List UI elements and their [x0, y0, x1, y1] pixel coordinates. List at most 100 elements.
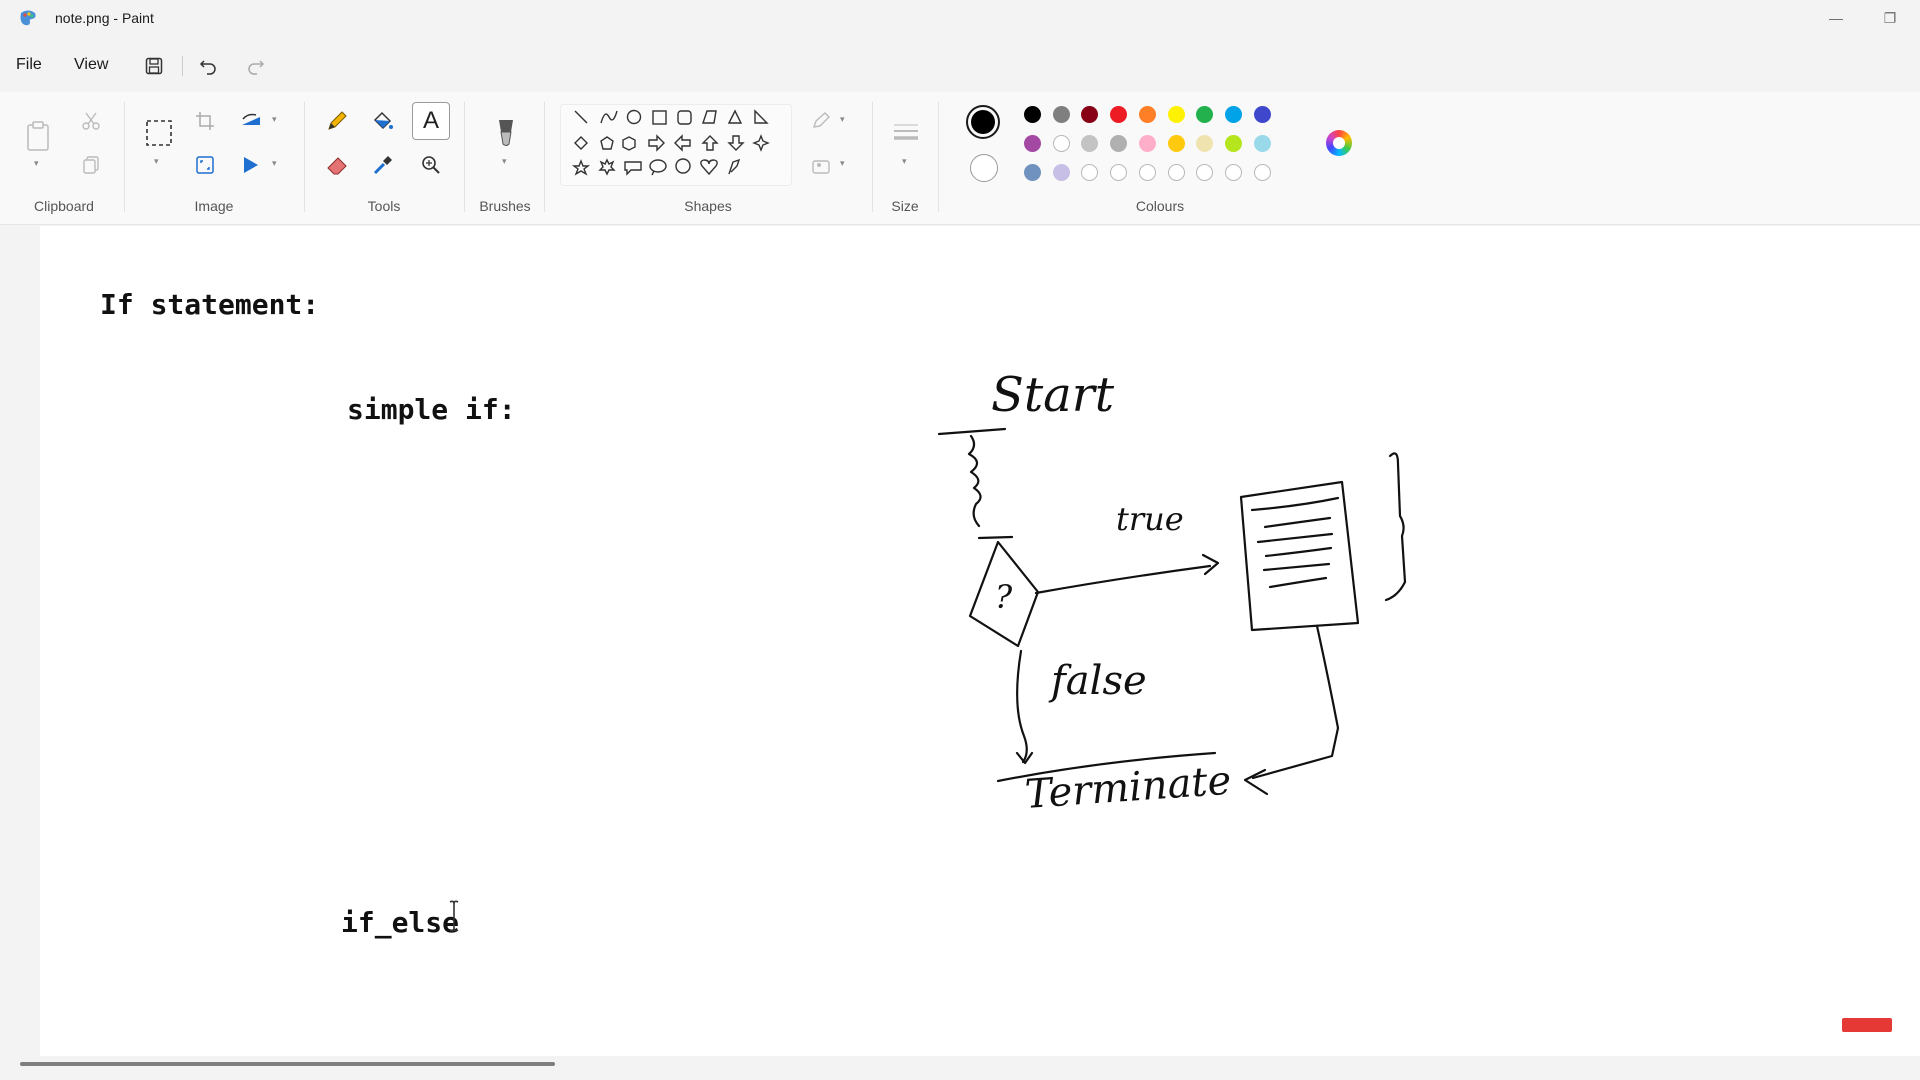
rotate-button[interactable]: [236, 106, 266, 136]
palette-swatch[interactable]: [1167, 164, 1185, 181]
palette-swatch[interactable]: [1052, 106, 1070, 123]
palette-swatch[interactable]: [1224, 106, 1242, 123]
process-line-3: [1256, 532, 1334, 544]
palette-swatch[interactable]: [1052, 164, 1070, 181]
palette-swatch[interactable]: [1024, 135, 1041, 152]
palette-swatch[interactable]: [1224, 135, 1242, 152]
magnifier-button[interactable]: [416, 150, 446, 180]
palette-swatch[interactable]: [1253, 135, 1271, 152]
start-tick: [977, 535, 1014, 540]
palette-swatch[interactable]: [1052, 135, 1070, 152]
palette-swatch[interactable]: [1024, 164, 1041, 181]
resize-button[interactable]: [190, 150, 220, 180]
drawing-canvas[interactable]: If statement: simple if: if_else Start t…: [40, 226, 1920, 1056]
palette-swatch[interactable]: [1196, 135, 1214, 152]
text-tool-icon: A: [422, 107, 439, 134]
subscribe-badge: [1842, 1018, 1892, 1032]
copy-icon: [83, 156, 99, 174]
true-label: true: [1116, 500, 1184, 538]
magnifier-icon: [422, 156, 440, 174]
undo-button[interactable]: [194, 52, 222, 80]
pencil-button[interactable]: [322, 106, 352, 136]
ribbon-separator: [124, 102, 125, 212]
palette-swatch[interactable]: [1081, 106, 1099, 123]
shapes-icons: [571, 109, 770, 176]
false-label: false: [1048, 658, 1147, 704]
shapes-gallery: [560, 104, 792, 186]
chevron-down-icon[interactable]: ▾: [502, 156, 507, 167]
palette-swatch[interactable]: [1110, 164, 1128, 181]
curly-brace: [1384, 452, 1407, 602]
fill-button[interactable]: [368, 106, 398, 136]
process-line-1: [1250, 496, 1340, 512]
cut-button[interactable]: [76, 106, 106, 136]
palette-swatch[interactable]: [1138, 164, 1156, 181]
palette-swatch[interactable]: [1196, 106, 1214, 123]
terminate-label: Terminate: [1023, 758, 1232, 818]
outline-icon: [812, 112, 830, 128]
palette-swatch[interactable]: [1110, 106, 1128, 123]
palette-swatch[interactable]: [1138, 135, 1156, 152]
return-arrow-head: [1243, 768, 1269, 796]
line-size-icon: [894, 124, 918, 140]
horizontal-scrollbar[interactable]: [0, 1056, 1920, 1080]
edit-colours-button[interactable]: [1326, 130, 1352, 156]
selection-icon: [146, 120, 172, 146]
restore-button[interactable]: ❐: [1870, 6, 1910, 30]
secondary-colour[interactable]: [970, 154, 998, 182]
ribbon-separator: [938, 102, 939, 212]
redo-button[interactable]: [242, 52, 270, 80]
flowchart-sketch: Start true false Terminate ?: [449, 367, 1407, 932]
text-tool-button[interactable]: A: [412, 102, 450, 140]
fill-style-icon: [812, 160, 830, 174]
palette-swatch[interactable]: [1024, 106, 1041, 123]
chevron-down-icon[interactable]: ▾: [34, 158, 39, 169]
minimize-button[interactable]: —: [1816, 6, 1856, 30]
primary-colour[interactable]: [966, 105, 1000, 139]
palette-swatch[interactable]: [1253, 106, 1271, 123]
palette-swatch[interactable]: [1196, 164, 1214, 181]
scrollbar-thumb[interactable]: [20, 1062, 555, 1066]
palette-swatch[interactable]: [1167, 106, 1185, 123]
copy-button[interactable]: [76, 150, 106, 180]
paste-button[interactable]: [22, 118, 54, 154]
color-picker-button[interactable]: [368, 150, 398, 180]
crop-button[interactable]: [190, 106, 220, 136]
chevron-down-icon[interactable]: ▾: [902, 156, 907, 167]
brushes-button[interactable]: [490, 116, 522, 150]
chevron-down-icon[interactable]: ▾: [840, 158, 845, 169]
rotate-icon: [242, 113, 260, 125]
eyedropper-icon: [373, 156, 392, 175]
palette-swatch[interactable]: [1110, 135, 1128, 152]
scissors-icon: [82, 112, 100, 130]
chevron-down-icon[interactable]: ▾: [272, 114, 277, 125]
title-bar: note.png - Paint — ❐: [0, 0, 1920, 36]
palette-swatch[interactable]: [1081, 135, 1099, 152]
outline-button[interactable]: [806, 106, 836, 136]
restore-icon: ❐: [1883, 9, 1897, 26]
true-arrow-head: [1201, 553, 1220, 576]
palette-swatch[interactable]: [1081, 164, 1099, 181]
process-line-6: [1268, 576, 1328, 589]
group-label-colours: Colours: [1135, 198, 1185, 214]
size-button[interactable]: [890, 118, 922, 148]
palette-swatch[interactable]: [1138, 106, 1156, 123]
palette-swatch[interactable]: [1253, 164, 1271, 181]
window-title: note.png - Paint: [55, 10, 154, 26]
fill-style-button[interactable]: [806, 150, 836, 180]
flip-button[interactable]: [236, 150, 266, 180]
palette-swatch[interactable]: [1167, 135, 1185, 152]
save-button[interactable]: [140, 52, 168, 80]
chevron-down-icon[interactable]: ▾: [840, 114, 845, 125]
process-line-5: [1262, 562, 1331, 572]
start-label: Start: [991, 367, 1115, 423]
select-button[interactable]: [142, 116, 176, 150]
eraser-button[interactable]: [322, 150, 352, 180]
menu-view[interactable]: View: [74, 56, 108, 74]
menu-file[interactable]: File: [16, 56, 42, 74]
chevron-down-icon[interactable]: ▾: [154, 156, 159, 167]
canvas-area: If statement: simple if: if_else Start t…: [0, 226, 1920, 1056]
palette-swatch[interactable]: [1224, 164, 1242, 181]
brush-icon: [499, 120, 513, 146]
chevron-down-icon[interactable]: ▾: [272, 158, 277, 169]
